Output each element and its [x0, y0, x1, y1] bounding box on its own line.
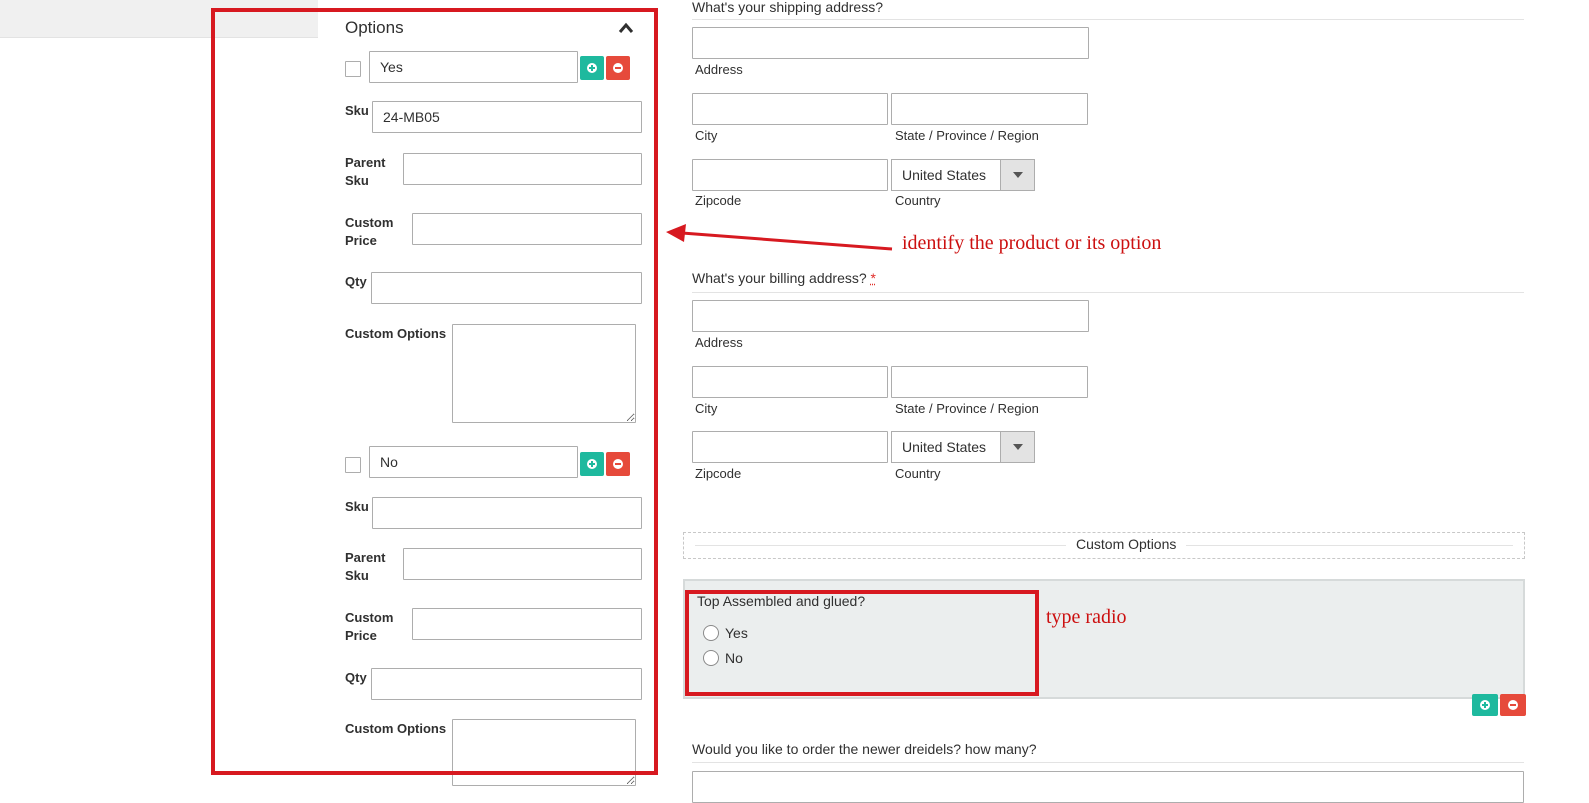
annotation-arrow-icon [666, 224, 893, 251]
divider [692, 19, 1524, 20]
shipping-region-label: State / Province / Region [895, 128, 1039, 143]
billing-country-value: United States [902, 439, 987, 455]
shipping-city-label: City [695, 128, 718, 143]
plus-circle-icon [1480, 700, 1490, 710]
billing-region-input[interactable] [891, 366, 1088, 398]
add-custom-option-button[interactable] [1472, 694, 1498, 716]
annotation-radio-note: type radio [1046, 606, 1127, 628]
shipping-zipcode-label: Zipcode [695, 193, 742, 208]
shipping-question: What's your shipping address? [692, 0, 883, 15]
shipping-country-select[interactable]: United States [891, 159, 1035, 191]
shipping-address-input[interactable] [692, 27, 1089, 59]
dreidels-input[interactable] [692, 771, 1524, 803]
shipping-city-input[interactable] [692, 93, 888, 125]
chevron-down-icon[interactable] [1000, 160, 1034, 190]
required-mark: * [870, 270, 876, 286]
annotation-highlight-box [211, 8, 658, 775]
billing-address-label: Address [695, 335, 743, 350]
billing-city-label: City [695, 401, 718, 416]
billing-country-select[interactable]: United States [891, 431, 1035, 463]
custom-options-legend: Custom Options [1066, 536, 1187, 552]
minus-circle-icon [1508, 700, 1518, 710]
dreidels-question: Would you like to order the newer dreide… [692, 741, 1037, 757]
billing-zipcode-label: Zipcode [695, 466, 742, 481]
billing-question-text: What's your billing address? [692, 270, 867, 286]
shipping-country-value: United States [902, 167, 987, 183]
divider [692, 292, 1524, 293]
shipping-address-label: Address [695, 62, 743, 77]
billing-region-label: State / Province / Region [895, 401, 1039, 416]
shipping-country-label: Country [895, 193, 941, 208]
billing-zipcode-input[interactable] [692, 431, 888, 463]
shipping-zipcode-input[interactable] [692, 159, 888, 191]
billing-address-input[interactable] [692, 300, 1089, 332]
chevron-down-icon[interactable] [1000, 432, 1034, 462]
billing-city-input[interactable] [692, 366, 888, 398]
divider [692, 762, 1524, 763]
remove-custom-option-button[interactable] [1500, 694, 1526, 716]
billing-country-label: Country [895, 466, 941, 481]
annotation-product-note: identify the product or its option [902, 232, 1162, 254]
annotation-radio-highlight-box [685, 590, 1039, 696]
shipping-region-input[interactable] [891, 93, 1088, 125]
billing-question: What's your billing address? * [692, 270, 876, 286]
